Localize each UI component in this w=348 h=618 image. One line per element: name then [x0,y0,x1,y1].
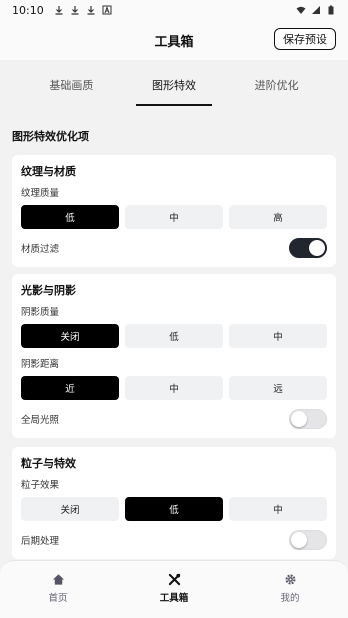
app-bar: 工具箱 保存预设 [0,20,348,60]
global-illumination-row: 全局光照 [21,408,327,430]
shadow-distance-option-near[interactable]: 近 [21,376,119,400]
nav-label: 首页 [48,593,68,604]
battery-icon [328,5,334,15]
tab-basic-quality[interactable]: 基础画质 [33,60,109,110]
tools-icon [168,573,180,586]
shadow-quality-option-low[interactable]: 低 [125,324,223,348]
material-filter-toggle[interactable] [289,238,327,258]
shadow-quality-option-off[interactable]: 关闭 [21,324,119,348]
home-icon [52,574,64,585]
toggle-knob [309,240,325,256]
save-preset-button[interactable]: 保存预设 [274,28,336,50]
shadow-distance-option-medium[interactable]: 中 [125,376,223,400]
a-icon [102,5,112,15]
post-processing-label: 后期处理 [21,536,60,547]
global-illumination-label: 全局光照 [21,415,60,426]
nav-label: 工具箱 [159,593,189,604]
card-title: 纹理与材质 [21,165,76,178]
particle-effect-option-low[interactable]: 低 [125,497,223,521]
texture-quality-option-medium[interactable]: 中 [125,205,223,229]
download-icon [71,6,79,15]
global-illumination-toggle[interactable] [289,409,327,429]
texture-quality-option-high[interactable]: 高 [229,205,327,229]
nav-toolbox[interactable]: 工具箱 [144,573,204,604]
shadow-distance-selector: 近 中 远 [21,376,327,400]
page-title: 工具箱 [154,34,194,50]
tab-advanced-optimization[interactable]: 进阶优化 [239,60,315,110]
particle-effect-option-off[interactable]: 关闭 [21,497,119,521]
shadow-quality-option-medium[interactable]: 中 [229,324,327,348]
texture-quality-label: 纹理质量 [21,188,60,199]
status-time: 10:10 [12,3,44,17]
status-bar: 10:10 [0,0,348,20]
material-filter-row: 材质过滤 [21,237,327,259]
shadow-distance-option-far[interactable]: 远 [229,376,327,400]
texture-quality-selector: 低 中 高 [21,205,327,229]
nav-profile[interactable]: 我的 [260,573,320,604]
particle-effect-label: 粒子效果 [21,480,60,491]
particle-effect-selector: 关闭 低 中 [21,497,327,521]
signal-icon [312,6,320,14]
bottom-nav: 首页 工具箱 我的 [0,560,348,618]
tab-bar: 基础画质 图形特效 进阶优化 [0,60,348,110]
card-title: 粒子与特效 [21,457,76,470]
post-processing-row: 后期处理 [21,529,327,551]
texture-quality-option-low[interactable]: 低 [21,205,119,229]
download-icon [87,6,95,15]
wifi-icon [296,6,306,14]
nav-home[interactable]: 首页 [28,573,88,604]
toggle-knob [291,411,307,427]
gear-icon [284,574,296,585]
particles-card: 粒子与特效 粒子效果 关闭 低 中 后期处理 [12,447,336,559]
material-filter-label: 材质过滤 [21,244,60,255]
shadow-distance-label: 阴影距离 [21,359,60,370]
lighting-card: 光影与阴影 阴影质量 关闭 低 中 阴影距离 近 中 远 全局光照 [12,274,336,438]
particle-effect-option-medium[interactable]: 中 [229,497,327,521]
download-icon [55,6,63,15]
card-title: 光影与阴影 [21,284,76,297]
shadow-quality-selector: 关闭 低 中 [21,324,327,348]
nav-label: 我的 [280,593,300,604]
post-processing-toggle[interactable] [289,530,327,550]
texture-card: 纹理与材质 纹理质量 低 中 高 材质过滤 [12,155,336,267]
toggle-knob [291,532,307,548]
section-title: 图形特效优化项 [12,130,89,143]
shadow-quality-label: 阴影质量 [21,307,60,318]
tab-graphics-effects[interactable]: 图形特效 [135,60,212,110]
